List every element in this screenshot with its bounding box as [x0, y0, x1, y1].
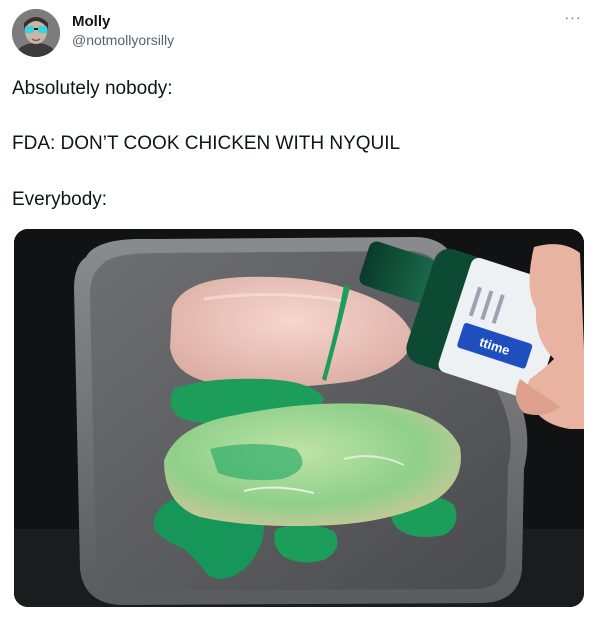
tweet-header: Molly @notmollyorsilly ··· — [12, 9, 587, 61]
tweet-text-line-3: Everybody: — [12, 189, 108, 210]
author-display-name[interactable]: Molly — [72, 13, 174, 31]
avatar[interactable] — [12, 9, 60, 57]
tweet-text-line-1: Absolutely nobody: — [12, 78, 173, 99]
tweet: Molly @notmollyorsilly ··· Absolutely no… — [0, 0, 599, 619]
author-names: Molly @notmollyorsilly — [72, 13, 174, 49]
avatar-image — [12, 9, 60, 57]
more-options-icon[interactable]: ··· — [563, 10, 583, 29]
tweet-media-image[interactable]: ttime — [14, 229, 584, 607]
author-handle[interactable]: @notmollyorsilly — [72, 31, 174, 49]
tweet-text-line-2: FDA: DON’T COOK CHICKEN WITH NYQUIL — [12, 133, 401, 154]
chicken-nyquil-photo: ttime — [14, 229, 584, 607]
